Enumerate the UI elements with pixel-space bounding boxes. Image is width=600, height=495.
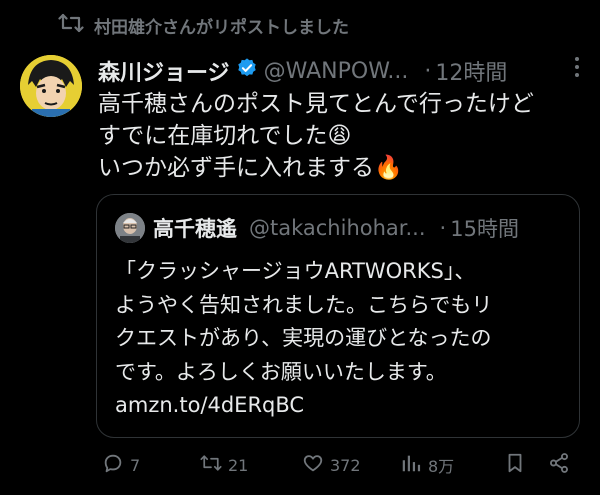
verified-badge-icon — [230, 57, 264, 85]
quote-author-avatar — [115, 213, 145, 243]
quote-timestamp: 15時間 — [450, 217, 519, 241]
quote-line: です。よろしくお願いいたします。 — [115, 359, 447, 384]
action-bar: 7 21 372 8万 — [96, 452, 580, 482]
quote-line: 「クラッシャージョウARTWORKS」、 — [115, 259, 476, 283]
bookmark-icon — [504, 452, 526, 478]
like-button[interactable]: 372 — [302, 452, 361, 478]
author-avatar[interactable] — [20, 55, 82, 117]
quote-line: ようやく告知されました。こちらでもリ — [115, 292, 493, 317]
repost-icon — [200, 452, 222, 478]
tweet-line: 高千穂さんのポスト見てとんで行ったけど — [98, 91, 534, 117]
reply-button[interactable]: 7 — [102, 452, 140, 478]
repost-indicator[interactable]: 村田雄介さんがリポストしました — [58, 12, 349, 39]
share-button[interactable] — [548, 452, 570, 478]
like-count: 372 — [330, 455, 361, 475]
quote-link[interactable]: amzn.to/4dERqBC — [115, 389, 575, 423]
author-name[interactable]: 森川ジョージ — [98, 55, 230, 87]
quoted-tweet[interactable]: 高千穂遙 @takachihohar... · 15時間 「クラッシャージョウA… — [96, 194, 580, 438]
author-handle[interactable]: @WANPOW... — [264, 59, 409, 84]
heart-icon — [302, 452, 324, 478]
separator-dot: · — [439, 216, 447, 240]
views-button[interactable]: 8万 — [400, 452, 454, 478]
quote-body: 「クラッシャージョウARTWORKS」、 ようやく告知されました。こちらでもリ … — [115, 255, 575, 423]
repost-icon — [58, 12, 84, 39]
repost-label: 村田雄介さんがリポストしました — [94, 18, 349, 38]
tweet-body: 高千穂さんのポスト見てとんで行ったけど すでに在庫切れでした😩 いつか必ず手に入… — [98, 88, 583, 184]
repost-button[interactable]: 21 — [200, 452, 248, 478]
tweet-timestamp[interactable]: 12時間 — [435, 55, 507, 87]
quote-line: クエストがあり、実現の運びとなったの — [115, 326, 492, 350]
tweet-header: 森川ジョージ @WANPOW... · 12時間 — [98, 54, 580, 88]
quote-author-name: 高千穂遙 — [153, 217, 237, 241]
reply-count: 7 — [130, 455, 141, 475]
views-chart-icon — [400, 452, 422, 478]
bookmark-button[interactable] — [504, 452, 526, 478]
tweet-line: すでに在庫切れでした😩 — [98, 123, 352, 149]
repost-count: 21 — [228, 455, 249, 475]
share-icon — [548, 452, 570, 478]
more-options-icon[interactable] — [574, 56, 580, 78]
separator-dot: · — [424, 58, 432, 84]
views-count: 8万 — [428, 457, 455, 476]
quote-author-handle: @takachihohar... — [249, 216, 426, 240]
reply-icon — [102, 452, 124, 478]
quote-header: 高千穂遙 @takachihohar... · 15時間 — [153, 211, 563, 245]
tweet-line: いつか必ず手に入れまする🔥 — [98, 155, 403, 181]
